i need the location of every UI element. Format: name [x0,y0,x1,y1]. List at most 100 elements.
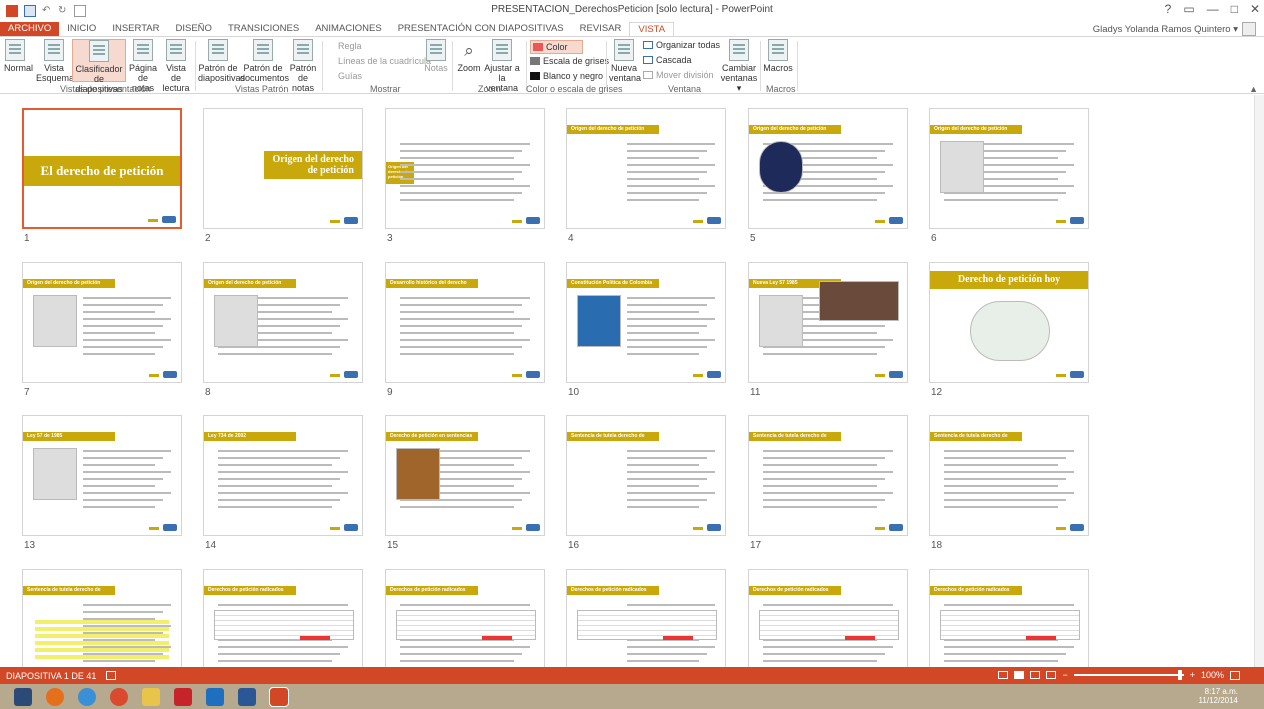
date: 11/12/2014 [1198,696,1238,705]
firefox-icon[interactable] [46,687,64,706]
arrange-all-button[interactable]: Organizar todas [643,40,720,50]
spelling-icon[interactable] [106,671,117,680]
slide-thumbnail[interactable]: Origen del derecho de petición [385,108,545,229]
notes-master-button[interactable]: Patrón de notas [288,39,318,93]
color-button[interactable]: Color [530,40,583,54]
slide-thumbnail[interactable]: Sentencia de tutela derecho de petición [566,415,726,536]
slide-thumbnail[interactable]: Derechos de petición radicados 2014 [385,569,545,667]
fit-slide-icon[interactable] [1230,670,1240,680]
zoom-slider[interactable] [1073,670,1184,680]
slide-thumbnail[interactable]: Sentencia de tutela derecho de petición [22,569,182,667]
slide-body-text [944,485,1058,487]
undo-icon[interactable]: ↶ [42,5,52,17]
slide-thumbnail[interactable]: Origen del derecho de petición [203,108,363,229]
tab-archivo[interactable]: ARCHIVO [0,22,60,36]
clock[interactable]: 8:17 a.m. 11/12/2014 [1199,687,1238,705]
tab-presentacion[interactable]: PRESENTACIÓN CON DIAPOSITIVAS [390,22,572,36]
reading-view-status-icon[interactable] [1030,671,1041,679]
chrome-icon[interactable] [110,687,128,706]
handout-master-button[interactable]: Patrón de documentos [240,39,289,83]
slide-thumbnail[interactable]: El derecho de petición [22,108,182,229]
group-label: Color o escala de grises [526,84,623,94]
slide-master-button[interactable]: Patrón de diapositivas [198,39,245,83]
file-explorer-icon[interactable] [142,687,160,706]
help-button[interactable]: ? [1165,2,1172,16]
gridlines-checkbox[interactable]: Líneas de la cuadrícula [338,56,431,66]
slide-thumbnail[interactable]: Derecho de petición en sentencias [385,415,545,536]
slide-body-text [218,457,340,459]
slide-thumbnail[interactable]: Derechos de petición radicados 2014 [203,569,363,667]
outlook-icon[interactable] [206,687,224,706]
ribbon-display-button[interactable]: ▭ [1183,2,1194,16]
slide-thumbnail[interactable]: Nueva Ley 57 1985 [748,262,908,383]
slide-thumbnail[interactable]: Derechos de petición radicados 2014 [566,569,726,667]
tab-vista[interactable]: VISTA [629,22,675,36]
restore-button[interactable]: □ [1231,2,1238,16]
slide-thumbnail[interactable]: Derecho de petición hoy [929,262,1089,383]
internet-explorer-icon[interactable] [78,687,96,706]
powerpoint-taskbar-icon[interactable] [269,686,289,707]
slide-thumbnail[interactable]: Derechos de petición radicados 2014 [929,569,1089,667]
slide-thumbnail[interactable]: Sentencia de tutela derecho de petición [929,415,1089,536]
zoom-in-button[interactable]: + [1190,670,1195,680]
slide-sorter-button[interactable]: Clasificador de diapositivas [72,39,126,94]
ruler-checkbox[interactable]: Regla [338,41,362,51]
tab-diseno[interactable]: DISEÑO [168,22,220,36]
zoom-out-button[interactable]: − [1062,670,1067,680]
word-icon[interactable] [238,687,256,706]
close-button[interactable]: ✕ [1250,2,1260,16]
reading-view-button[interactable]: Vista de lectura [160,39,192,93]
guides-checkbox[interactable]: Guías [338,71,362,81]
tab-insertar[interactable]: INSERTAR [104,22,167,36]
normal-view-status-icon[interactable] [998,671,1009,679]
slide-thumbnail[interactable]: Ley 57 de 1985 [22,415,182,536]
slideshow-status-icon[interactable] [1046,671,1057,679]
macros-button[interactable]: Macros [763,39,793,73]
black-white-button[interactable]: Blanco y negro [530,71,603,81]
slide-body-text [763,492,893,494]
slide-thumbnail[interactable]: Origen del derecho de petición [22,262,182,383]
zoom-level[interactable]: 100% [1201,670,1224,680]
acrobat-icon[interactable] [174,687,192,706]
grayscale-button[interactable]: Escala de grises [530,56,609,66]
tab-inicio[interactable]: INICIO [59,22,104,36]
present-icon[interactable] [74,5,86,17]
normal-view-button[interactable]: Normal [4,39,33,73]
slide-title: Sentencia de tutela derecho de petición [567,432,659,441]
slide-thumbnail[interactable]: Origen del derecho de petición [748,108,908,229]
slide-body-text [400,311,514,313]
slide-body-text [400,506,514,508]
slide-body-text [400,192,522,194]
desktop-icon[interactable] [14,687,32,706]
slide-thumbnail[interactable]: Sentencia de tutela derecho de petición [748,415,908,536]
save-icon[interactable] [24,5,36,17]
vertical-scrollbar[interactable] [1254,95,1264,667]
sorter-view-status-icon[interactable] [1014,671,1025,679]
slide-thumbnail[interactable]: Desarrollo histórico del derecho [385,262,545,383]
notes-button[interactable]: Notas [422,39,450,73]
slide-thumbnail[interactable]: Constitución Política de Colombia 1991 [566,262,726,383]
slide-master-icon [208,39,228,61]
slide-thumbnail[interactable]: Derechos de petición radicados 2014 [748,569,908,667]
cascade-button[interactable]: Cascada [643,55,692,65]
slide-thumbnail[interactable]: Ley 734 de 2002 [203,415,363,536]
user-account[interactable]: Gladys Yolanda Ramos Quintero ▾ [1093,22,1256,36]
collapse-ribbon-icon[interactable]: ▲ [1249,84,1258,94]
slide-thumbnail[interactable]: Origen del derecho de petición [929,108,1089,229]
switch-windows-button[interactable]: Cambiar ventanas ▾ [720,39,758,93]
footer-logo [330,527,340,530]
minimize-button[interactable]: — [1207,2,1219,16]
slide-body-text [83,485,155,487]
new-window-button[interactable]: Nueva ventana [609,39,641,83]
slide-thumbnail[interactable]: Origen del derecho de petición [566,108,726,229]
zoom-button[interactable]: ⌕ Zoom [455,39,483,73]
slide-thumbnail[interactable]: Origen del derecho de petición [203,262,363,383]
move-split-button[interactable]: Mover división [643,70,714,80]
tab-transiciones[interactable]: TRANSICIONES [220,22,307,36]
outline-view-button[interactable]: Vista Esquema [36,39,74,83]
zoom-slider-thumb[interactable] [1177,670,1182,680]
tab-animaciones[interactable]: ANIMACIONES [307,22,390,36]
slide-title: Derechos de petición radicados 2014 [567,586,659,595]
tab-revisar[interactable]: REVISAR [572,22,630,36]
redo-icon[interactable]: ↻ [58,5,68,17]
